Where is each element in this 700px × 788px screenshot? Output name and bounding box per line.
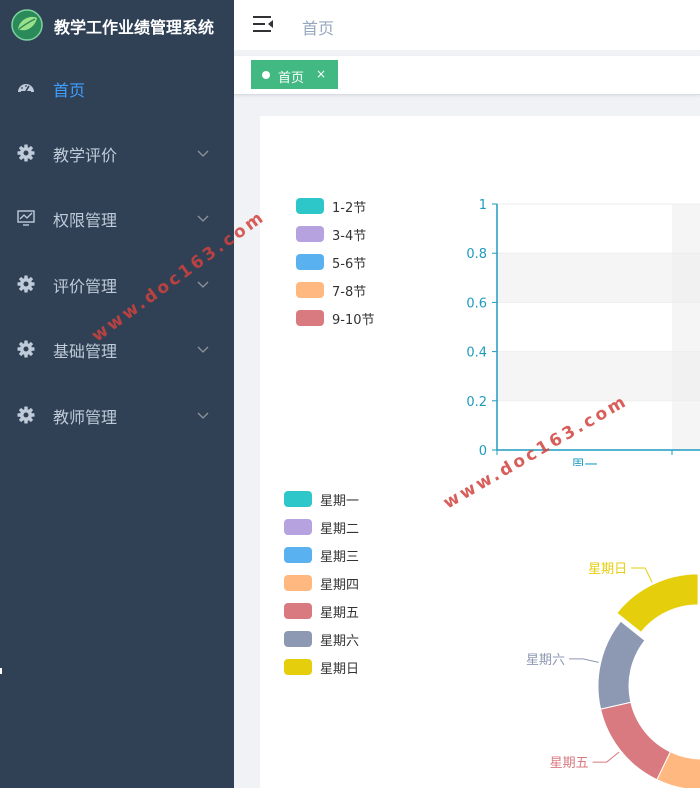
gear-icon: [17, 275, 35, 293]
chevron-down-icon: [197, 281, 209, 288]
sidebar-item-label: 基础管理: [53, 342, 118, 361]
chevron-down-icon: [197, 215, 209, 222]
brand[interactable]: 教学工作业绩管理系统: [0, 0, 234, 50]
dashboard-panel: 1-2节 3-4节 5-6节 7-8节 9-10节 0 0.2 0.4 0.6 0.8 1 周一 星…: [260, 116, 700, 788]
slice-leader-line: [631, 567, 653, 583]
breadcrumb[interactable]: 首页: [302, 15, 334, 39]
chevron-down-icon: [197, 150, 209, 157]
gear-icon: [17, 406, 35, 424]
sidebar-item-label: 评价管理: [53, 277, 118, 296]
slice-leader-line: [592, 751, 620, 763]
tags-view: 首页 ×: [234, 56, 700, 95]
sidebar-item-teaching-evaluation[interactable]: 教学评价: [0, 125, 234, 181]
sidebar-item-label: 教学评价: [53, 146, 118, 165]
donut-chart: 星期一星期二星期三星期四星期五星期六星期日: [526, 562, 700, 788]
active-dot-icon: [262, 71, 270, 79]
donut-slice[interactable]: [616, 573, 699, 634]
sidebar-item-label: 权限管理: [53, 211, 118, 230]
sidebar-item-teacher-management[interactable]: 教师管理: [0, 387, 234, 443]
slice-label: 星期日: [588, 562, 627, 577]
gear-icon: [17, 340, 35, 358]
menu-fold-icon[interactable]: [253, 14, 275, 34]
tag-home[interactable]: 首页 ×: [251, 60, 338, 89]
slice-label: 星期六: [526, 653, 565, 668]
slice-label: 星期五: [550, 756, 589, 771]
sidebar-item-label: 教师管理: [53, 408, 118, 427]
sidebar-edge-marker: [0, 668, 2, 674]
slice-leader-line: [569, 658, 599, 663]
monitor-chart-icon: [17, 210, 35, 226]
gear-icon: [17, 144, 35, 162]
chevron-down-icon: [197, 346, 209, 353]
leaf-logo-icon: [11, 9, 43, 41]
donut-slice[interactable]: [597, 620, 646, 710]
dashboard-icon: [18, 84, 34, 92]
navbar: 首页: [234, 0, 700, 50]
app-title: 教学工作业绩管理系统: [54, 18, 215, 37]
sidebar-item-permission-management[interactable]: 权限管理: [0, 190, 234, 246]
sidebar-item-home[interactable]: 首页: [0, 60, 234, 116]
sidebar: 教学工作业绩管理系统 首页 教学评价 权限管理 评价管理 基础管理 教师管理: [0, 0, 234, 788]
tag-label: 首页: [278, 71, 305, 86]
chevron-down-icon: [197, 412, 209, 419]
donut-slice[interactable]: [600, 701, 671, 781]
close-icon[interactable]: ×: [316, 67, 326, 81]
sidebar-item-label: 首页: [53, 81, 86, 100]
